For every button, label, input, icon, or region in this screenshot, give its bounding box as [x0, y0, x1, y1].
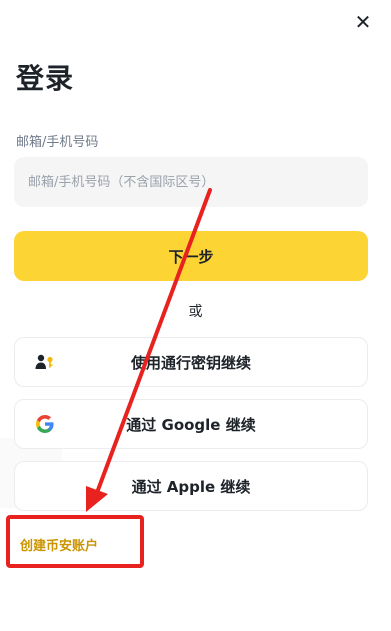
google-icon: [35, 414, 55, 434]
apple-login-label: 通过 Apple 继续: [131, 477, 251, 496]
next-button[interactable]: 下一步: [14, 231, 368, 281]
close-button[interactable]: ✕: [351, 10, 375, 34]
passkey-login-button[interactable]: 使用通行密钥继续: [14, 337, 368, 387]
apple-icon: [35, 476, 55, 496]
page-title: 登录: [16, 62, 75, 95]
email-phone-label: 邮箱/手机号码: [16, 135, 99, 150]
passkey-login-label: 使用通行密钥继续: [130, 353, 251, 372]
email-phone-input[interactable]: [14, 157, 368, 207]
create-account-link[interactable]: 创建币安账户: [20, 535, 98, 554]
google-login-button[interactable]: 通过 Google 继续: [14, 399, 368, 449]
apple-login-button[interactable]: 通过 Apple 继续: [14, 461, 368, 511]
passkey-icon: [35, 352, 55, 372]
google-login-label: 通过 Google 继续: [126, 415, 256, 434]
or-divider: 或: [188, 304, 203, 320]
close-icon: ✕: [354, 10, 372, 34]
